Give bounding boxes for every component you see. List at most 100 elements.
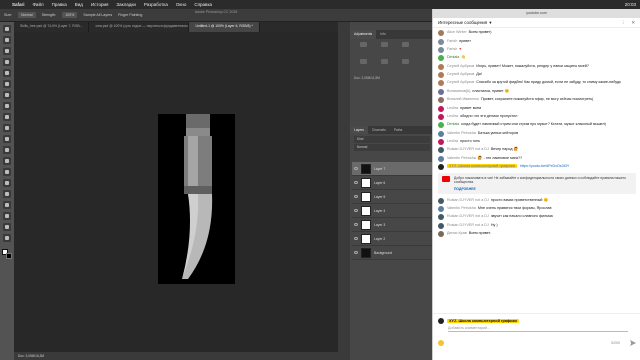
eye-icon[interactable] (354, 251, 358, 254)
menu-bookmarks[interactable]: Закладки (116, 2, 135, 7)
brush-tool-icon[interactable] (3, 102, 11, 110)
layer-name: Layer 5 (374, 194, 386, 199)
eye-icon[interactable] (354, 195, 358, 198)
avatar (438, 72, 444, 79)
hue-icon[interactable] (402, 58, 409, 64)
menu-file[interactable]: Файл (33, 2, 44, 7)
background-color[interactable] (6, 253, 12, 259)
color-swatches[interactable] (2, 249, 12, 259)
layer-kind-filter[interactable]: Kind (354, 136, 430, 143)
hand-tool-icon[interactable] (3, 223, 11, 231)
send-icon[interactable] (630, 340, 636, 346)
chat-title[interactable]: Интересные сообщения (438, 20, 487, 25)
blend-mode-select[interactable]: Normal (354, 144, 430, 151)
healing-tool-icon[interactable] (3, 91, 11, 99)
avatar (438, 38, 444, 45)
quick-select-tool-icon[interactable] (3, 58, 11, 66)
layers-list: Layer 7 Layer 6 Layer 5 Layer 4 Layer 3 … (352, 162, 432, 264)
shape-tool-icon[interactable] (3, 212, 11, 220)
tab-cma[interactable]: cma.psd @ 100% (суть отдых — научиться ф… (89, 22, 190, 32)
avatar (438, 46, 444, 53)
layer-row[interactable]: Layer 7 (352, 162, 432, 176)
menu-view[interactable]: Вид (75, 2, 83, 7)
message-text: привет всем (460, 105, 482, 110)
lasso-tool-icon[interactable] (3, 47, 11, 55)
eye-icon[interactable] (354, 209, 358, 212)
tab-untitled[interactable]: Untitled-1 @ 100% (Layer 6, RGB/8) * (189, 22, 260, 32)
crop-tool-icon[interactable] (3, 69, 11, 77)
layer-row[interactable]: Layer 4 (352, 204, 432, 218)
eye-icon[interactable] (354, 237, 358, 240)
tab-paths[interactable]: Paths (390, 126, 406, 134)
menu-history[interactable]: История (91, 2, 108, 7)
dodge-tool-icon[interactable] (3, 168, 11, 176)
move-tool-icon[interactable] (3, 25, 11, 33)
layer-name: Background (374, 250, 393, 255)
more-icon[interactable]: ⋮ (621, 20, 625, 26)
menu-develop[interactable]: Разработка (144, 2, 168, 7)
document-canvas[interactable] (158, 114, 235, 284)
learn-more-link[interactable]: ПОДРОБНЕЕ (454, 187, 632, 191)
layer-thumbnail (361, 191, 371, 202)
chat-message: Ruslan DJYVER not a DJ просто взмах приве… (433, 196, 640, 204)
eye-icon[interactable] (354, 167, 358, 170)
message-link[interactable]: https://youtu.be/dPxDxOs3t3Y (520, 164, 569, 168)
chevron-down-icon[interactable]: ▾ (489, 20, 491, 26)
close-icon[interactable]: ✕ (631, 20, 635, 26)
compose-author: XYZ. Школа компьютерной графики (447, 319, 519, 323)
ps-panel-icon-strip (338, 22, 350, 360)
tab-skills-tree[interactable]: Skills_tree.psd @ 74,6% (Layer 7, RGB... (14, 22, 90, 32)
layer-row[interactable]: Layer 5 (352, 190, 432, 204)
layer-name: Layer 4 (374, 208, 386, 213)
menu-help[interactable]: Справка (194, 2, 212, 7)
layer-thumbnail (361, 177, 371, 188)
chat-input[interactable]: Добавить комментарий... (448, 326, 628, 332)
avatar (438, 122, 444, 129)
menu-window[interactable]: Окно (176, 2, 186, 7)
vibrance-icon[interactable] (381, 58, 388, 64)
emoji-icon[interactable] (438, 340, 444, 346)
layer-name: Layer 6 (374, 180, 386, 185)
pen-tool-icon[interactable] (3, 179, 11, 187)
tab-adjustments[interactable]: Adjustments (350, 30, 377, 39)
avatar (438, 147, 444, 154)
message-author: Dimiala (447, 55, 460, 60)
type-tool-icon[interactable] (3, 190, 11, 198)
eyedropper-tool-icon[interactable] (3, 80, 11, 88)
browser-address-bar[interactable]: youtube.com (433, 9, 640, 18)
stamp-tool-icon[interactable] (3, 113, 11, 121)
message-author: Farish (447, 46, 458, 51)
layer-row[interactable]: Layer 2 (352, 232, 432, 246)
zoom-tool-icon[interactable] (3, 234, 11, 242)
chat-message: Alice Winter Всем привет) (433, 29, 640, 37)
tab-layers[interactable]: Layers (350, 126, 368, 134)
avatar (438, 105, 444, 112)
eye-icon[interactable] (354, 223, 358, 226)
exposure-icon[interactable] (360, 58, 367, 64)
eye-icon[interactable] (354, 181, 358, 184)
canvas-area[interactable] (14, 32, 338, 352)
eraser-tool-icon[interactable] (3, 135, 11, 143)
avatar (438, 63, 444, 70)
history-brush-tool-icon[interactable] (3, 124, 11, 132)
message-text: 👋 (461, 55, 466, 60)
tab-channels[interactable]: Channels (368, 126, 390, 134)
gradient-tool-icon[interactable] (3, 146, 11, 154)
menu-edit[interactable]: Правка (52, 2, 67, 7)
message-author: Valentin Petrusha (447, 130, 476, 135)
tab-info[interactable]: Info (376, 30, 390, 39)
layer-thumbnail (361, 219, 371, 230)
layer-row[interactable]: Background (352, 246, 432, 260)
layer-name: Layer 2 (374, 236, 386, 241)
layer-name: Layer 7 (374, 166, 386, 171)
marquee-tool-icon[interactable] (3, 36, 11, 44)
curves-icon[interactable] (402, 42, 409, 47)
layer-row[interactable]: Layer 3 (352, 218, 432, 232)
smudge-tool-icon[interactable] (3, 157, 11, 165)
path-select-tool-icon[interactable] (3, 201, 11, 209)
layer-row[interactable]: Layer 6 (352, 176, 432, 190)
levels-icon[interactable] (381, 42, 388, 47)
brightness-icon[interactable] (360, 42, 367, 47)
menu-safari[interactable]: Safari (12, 2, 25, 7)
adjustments-grid (360, 42, 420, 72)
